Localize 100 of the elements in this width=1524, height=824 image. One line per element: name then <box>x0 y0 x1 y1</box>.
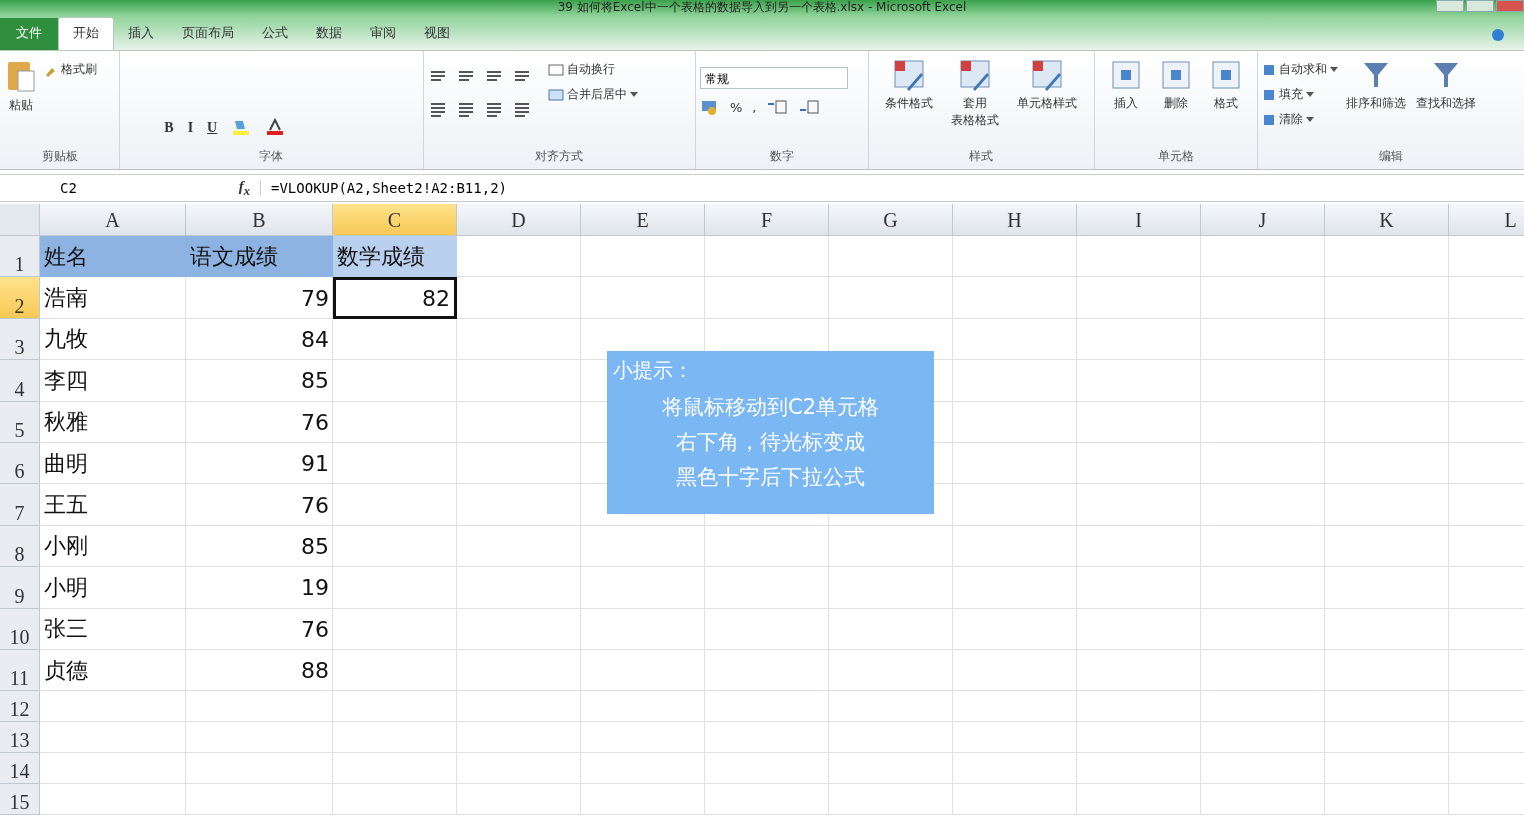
table-cell-text: 84 <box>300 325 330 354</box>
column-header[interactable]: D <box>457 204 581 236</box>
row-header[interactable]: 9 <box>0 567 40 609</box>
formula-field[interactable]: =VLOOKUP(A2,Sheet2!A2:B11,2) <box>260 180 1524 196</box>
paste-button[interactable]: 粘贴 <box>9 97 33 114</box>
tip-title: 小提示： <box>613 357 694 384</box>
ribbon-tab[interactable]: 开始 <box>58 17 114 50</box>
comma-button[interactable]: , <box>752 99 757 115</box>
caret-icon[interactable] <box>629 91 638 98</box>
increase-decimal-icon[interactable] <box>766 99 789 115</box>
table-style-icon <box>959 59 992 91</box>
editing-button[interactable]: 查找和选择 <box>1415 95 1476 112</box>
font-color-icon[interactable] <box>265 118 286 136</box>
bold-button[interactable]: B <box>164 120 174 136</box>
table-cell-text: 79 <box>300 284 330 313</box>
cells-button[interactable]: 插入 <box>1113 95 1138 112</box>
group-label: 样式 <box>968 148 995 165</box>
column-header[interactable]: I <box>1077 204 1201 236</box>
column-header[interactable]: E <box>581 204 705 236</box>
group-label: 字体 <box>258 148 285 165</box>
row-header[interactable]: 10 <box>0 608 40 650</box>
percent-button[interactable]: % <box>729 99 743 115</box>
fill-color-icon[interactable] <box>231 118 252 136</box>
edit-icon <box>1261 87 1276 102</box>
style-button[interactable]: 单元格样式 <box>1017 95 1078 112</box>
column-header[interactable]: H <box>953 204 1077 236</box>
row-header[interactable]: 6 <box>0 442 40 485</box>
edit-button[interactable]: 填充 <box>1278 86 1303 103</box>
cells-icon <box>1159 59 1192 91</box>
function-button[interactable]: f$_{x}$ <box>170 177 260 199</box>
table-cell-text: 85 <box>300 532 330 561</box>
table-cell-text: 秋雅 <box>43 408 89 437</box>
style-button[interactable]: 条件格式 <box>885 95 934 112</box>
row-header[interactable]: 1 <box>0 236 40 278</box>
table-cell-text: 76 <box>300 491 330 520</box>
cells-icon <box>1109 59 1142 91</box>
group-label: 对齐方式 <box>534 148 585 165</box>
row-header[interactable]: 8 <box>0 525 40 568</box>
column-header[interactable]: L <box>1449 204 1524 236</box>
column-header[interactable]: G <box>829 204 953 236</box>
table-cell-text: 曲明 <box>43 449 89 478</box>
row-header[interactable]: 2 <box>0 277 40 319</box>
caret-icon[interactable] <box>1329 66 1338 73</box>
table-cell-text: 76 <box>300 615 330 644</box>
edit-icon <box>1261 112 1276 127</box>
ribbon-tab[interactable]: 插入 <box>114 18 168 50</box>
table-cell-text: 九牧 <box>43 325 89 354</box>
group-label: 编辑 <box>1377 148 1404 165</box>
editing-button[interactable]: 排序和筛选 <box>1345 95 1406 112</box>
window-title: 39 如何将Excel中一个表格的数据导入到另一个表格.xlsx - Microsoft Excel <box>557 0 967 16</box>
group-label: 数字 <box>768 148 795 165</box>
row-header[interactable]: 3 <box>0 318 40 361</box>
ribbon-tab[interactable]: 页面布局 <box>168 18 248 50</box>
row-header[interactable]: 12 <box>0 691 40 723</box>
column-header[interactable]: F <box>705 204 829 236</box>
column-header[interactable]: B <box>186 204 333 236</box>
table-cell-text: 小明 <box>43 573 89 602</box>
table-cell: 姓名 <box>40 236 186 278</box>
number-format-dropdown[interactable]: 常规 <box>699 67 848 89</box>
row-header[interactable]: 5 <box>0 401 40 443</box>
column-header[interactable]: A <box>40 204 186 236</box>
row-header[interactable]: 7 <box>0 484 40 526</box>
table-cell-text: 88 <box>300 657 330 686</box>
edit-button[interactable]: 清除 <box>1278 111 1303 128</box>
style-button[interactable]: 套用 表格格式 <box>951 95 1000 129</box>
cells-button[interactable]: 格式 <box>1213 95 1238 112</box>
table-cell-text: 贞德 <box>43 656 89 685</box>
row-header[interactable]: 15 <box>0 784 40 816</box>
format-painter-button[interactable]: 格式刷 <box>61 61 97 78</box>
ribbon-tab[interactable]: 公式 <box>248 18 302 50</box>
row-header[interactable]: 4 <box>0 360 40 402</box>
cells-icon <box>1209 59 1242 91</box>
row-header[interactable]: 13 <box>0 722 40 754</box>
wrap-text-button[interactable]: 自动换行 <box>566 61 615 78</box>
merge-center-button[interactable]: 合并后居中 <box>566 86 627 103</box>
table-style-icon <box>1031 59 1064 91</box>
name-box[interactable]: C2 <box>0 180 170 196</box>
table-cell-text: 19 <box>300 574 330 603</box>
table-cell-text: 李四 <box>43 366 89 395</box>
column-header[interactable]: C <box>333 204 457 236</box>
edit-button[interactable]: 自动求和 <box>1278 61 1327 78</box>
caret-icon[interactable] <box>1305 116 1314 123</box>
row-header[interactable]: 11 <box>0 649 40 692</box>
italic-button[interactable]: I <box>187 120 194 136</box>
decrease-decimal-icon[interactable] <box>798 99 821 115</box>
group-label: 剪贴板 <box>40 148 79 165</box>
ribbon-tab[interactable]: 审阅 <box>356 18 410 50</box>
ribbon-tab[interactable]: 文件 <box>0 18 58 50</box>
ribbon-tab[interactable]: 视图 <box>410 18 464 50</box>
edit-icon <box>1261 62 1276 77</box>
row-header[interactable]: 14 <box>0 753 40 785</box>
help-icon[interactable] <box>1492 29 1504 41</box>
table-cell-text: 85 <box>300 367 330 396</box>
column-header[interactable]: J <box>1201 204 1325 236</box>
caret-icon[interactable] <box>1305 91 1314 98</box>
tip-text: 将鼠标移动到C2单元格 <box>661 394 880 421</box>
ribbon-tab[interactable]: 数据 <box>302 18 356 50</box>
cells-button[interactable]: 删除 <box>1163 95 1188 112</box>
underline-button[interactable]: U <box>207 120 218 136</box>
column-header[interactable]: K <box>1325 204 1449 236</box>
